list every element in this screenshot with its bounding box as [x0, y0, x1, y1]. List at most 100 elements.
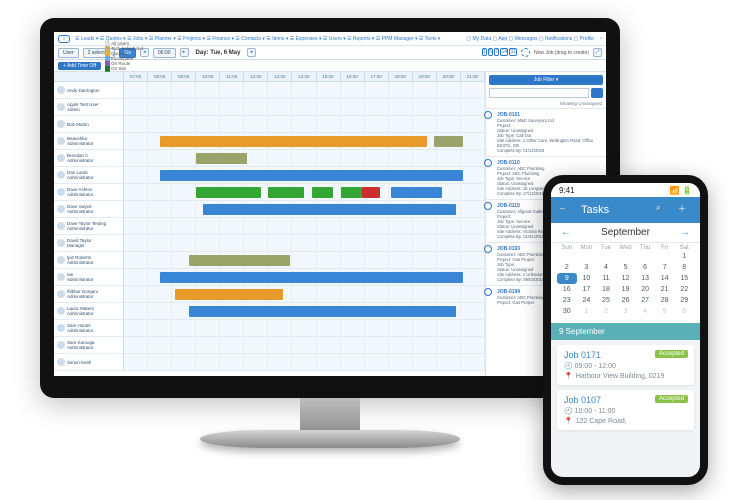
task-card[interactable]: Job 0171 Accepted 🕘 09:00 - 12:00 📍Harbo… — [557, 345, 694, 385]
user-cell[interactable]: Andy Darrington — [54, 82, 124, 98]
gantt-bar[interactable] — [189, 306, 456, 317]
gantt-bar[interactable] — [341, 187, 363, 198]
refresh-icon[interactable] — [521, 48, 530, 57]
calendar-day[interactable] — [596, 251, 616, 262]
nav-item[interactable]: ☰ Users ▾ — [323, 36, 346, 42]
add-icon[interactable]: ＋ — [678, 203, 692, 217]
calendar-day[interactable]: 30 — [557, 306, 577, 317]
calendar-day[interactable]: 19 — [616, 284, 636, 295]
calendar-day[interactable] — [616, 251, 636, 262]
gantt-bar[interactable] — [160, 170, 463, 181]
calendar-day[interactable]: 7 — [655, 262, 675, 273]
user-cell[interactable]: Ijaz RobertsAdministrator — [54, 252, 124, 268]
nav-item[interactable]: ☰ Reports ▾ — [347, 36, 374, 42]
expand-button[interactable]: ⤢ — [593, 48, 602, 57]
gantt-bar[interactable] — [196, 153, 247, 164]
user-cell[interactable]: Dave Taylor TestingAdministrator — [54, 218, 124, 234]
calendar-day[interactable]: 5 — [655, 306, 675, 317]
calendar-day[interactable]: 27 — [635, 295, 655, 306]
user-cell[interactable]: David TaylorManager — [54, 235, 124, 251]
user-cell[interactable]: Sam HunterAdministrator — [54, 320, 124, 336]
view-chip[interactable]: 5 — [488, 48, 493, 56]
user-avatar-icon[interactable]: ◔ — [599, 36, 602, 42]
calendar-day[interactable] — [577, 251, 597, 262]
add-time-off-button[interactable]: + Add Time Off — [58, 62, 101, 70]
user-dropdown[interactable]: User — [58, 48, 79, 58]
calendar-day[interactable]: 12 — [616, 273, 636, 284]
back-icon[interactable]: ← — [559, 203, 573, 217]
job-card[interactable]: JOB-0101 Customer: M&D Surveyors LtdProj… — [486, 108, 606, 156]
user-cell[interactable]: Dave AshtonAdministrator — [54, 184, 124, 200]
nav-item[interactable]: ☰ Leads ▾ — [75, 36, 98, 42]
view-chip[interactable]: 14 — [500, 48, 508, 56]
user-cell[interactable]: Brendan CAdministrator — [54, 150, 124, 166]
calendar-day[interactable]: 8 — [674, 262, 694, 273]
calendar-day[interactable]: 9 — [557, 273, 577, 284]
user-cell[interactable]: Iftikhar GorganiAdministrator — [54, 286, 124, 302]
search-icon[interactable]: ⌕ — [656, 203, 670, 217]
gantt-bar[interactable] — [189, 255, 290, 266]
gantt-bar[interactable] — [175, 289, 283, 300]
view-chip[interactable]: 1 — [482, 48, 487, 56]
calendar-day[interactable]: 23 — [557, 295, 577, 306]
nav-right-item[interactable]: ▢ App — [493, 36, 508, 42]
prev-month-button[interactable]: ← — [561, 227, 571, 238]
calendar-day[interactable] — [635, 251, 655, 262]
user-cell[interactable]: BeaushkaAdministrator — [54, 133, 124, 149]
calendar-grid[interactable]: SunMonTueWedThuFriSat 123456789101112131… — [551, 243, 700, 323]
calendar-day[interactable]: 6 — [674, 306, 694, 317]
next-month-button[interactable]: → — [680, 227, 690, 238]
nav-right-item[interactable]: ▢ Notifications — [539, 36, 572, 42]
calendar-day[interactable]: 21 — [655, 284, 675, 295]
nav-item[interactable]: ☰ Projects ▾ — [177, 36, 205, 42]
user-cell[interactable]: Simon Keith — [54, 354, 124, 370]
gantt-rows[interactable]: Andy Darrington Apple Test UserAdmin Bob… — [54, 82, 485, 371]
nav-item[interactable]: ☰ Items ▾ — [266, 36, 288, 42]
nav-item[interactable]: ☰ Contacts ▾ — [235, 36, 265, 42]
gantt-bar[interactable] — [203, 204, 456, 215]
calendar-day[interactable]: 11 — [596, 273, 616, 284]
task-card[interactable]: Job 0107 Accepted 🕘 10:00 - 11:00 📍122 C… — [557, 390, 694, 430]
time-field[interactable]: 06:00 — [153, 48, 176, 58]
view-chip[interactable]: 31 — [509, 48, 517, 56]
calendar-day[interactable]: 18 — [596, 284, 616, 295]
calendar-day[interactable]: 5 — [616, 262, 636, 273]
gantt-bar[interactable] — [268, 187, 304, 198]
calendar-day[interactable]: 15 — [674, 273, 694, 284]
calendar-day[interactable]: 3 — [616, 306, 636, 317]
nav-right-item[interactable]: ▢ Messages — [509, 36, 538, 42]
calendar-day[interactable]: 16 — [557, 284, 577, 295]
calendar-day[interactable]: 6 — [635, 262, 655, 273]
calendar-day[interactable]: 22 — [674, 284, 694, 295]
job-filter-button[interactable]: Job Filter ▾ — [489, 75, 603, 85]
calendar-day[interactable]: 17 — [577, 284, 597, 295]
calendar-day[interactable] — [655, 251, 675, 262]
nav-item[interactable]: ☰ PPM Manager ▾ — [376, 36, 418, 42]
gantt-bar[interactable] — [391, 187, 442, 198]
calendar-day[interactable]: 29 — [674, 295, 694, 306]
calendar-day[interactable]: 1 — [577, 306, 597, 317]
nav-item[interactable]: ☰ Tools ▾ — [419, 36, 440, 42]
gantt-bar[interactable] — [434, 136, 463, 147]
calendar-day[interactable]: 24 — [577, 295, 597, 306]
next-time-button[interactable]: ▸ — [180, 48, 189, 57]
gantt-bar[interactable] — [160, 136, 427, 147]
user-cell[interactable]: IanAdministrator — [54, 269, 124, 285]
nav-right-item[interactable]: ▢ Profile — [574, 36, 594, 42]
calendar-day[interactable]: 28 — [655, 295, 675, 306]
user-cell[interactable]: Bob Martin — [54, 116, 124, 132]
gantt-bar[interactable] — [312, 187, 334, 198]
user-cell[interactable]: Laura WatersAdministrator — [54, 303, 124, 319]
nav-item[interactable]: ☰ Planner ▾ — [149, 36, 176, 42]
nav-right-item[interactable]: ▢ My Data — [466, 36, 491, 42]
nav-item[interactable]: ☰ Expenses ▾ — [290, 36, 322, 42]
calendar-day[interactable]: 4 — [596, 262, 616, 273]
gantt-bar[interactable] — [362, 187, 380, 198]
calendar-day[interactable] — [557, 251, 577, 262]
calendar-day[interactable]: 2 — [596, 306, 616, 317]
calendar-day[interactable]: 1 — [674, 251, 694, 262]
gantt-bar[interactable] — [196, 187, 261, 198]
view-chip[interactable]: 7 — [494, 48, 499, 56]
calendar-day[interactable]: 20 — [635, 284, 655, 295]
calendar-day[interactable]: 13 — [635, 273, 655, 284]
